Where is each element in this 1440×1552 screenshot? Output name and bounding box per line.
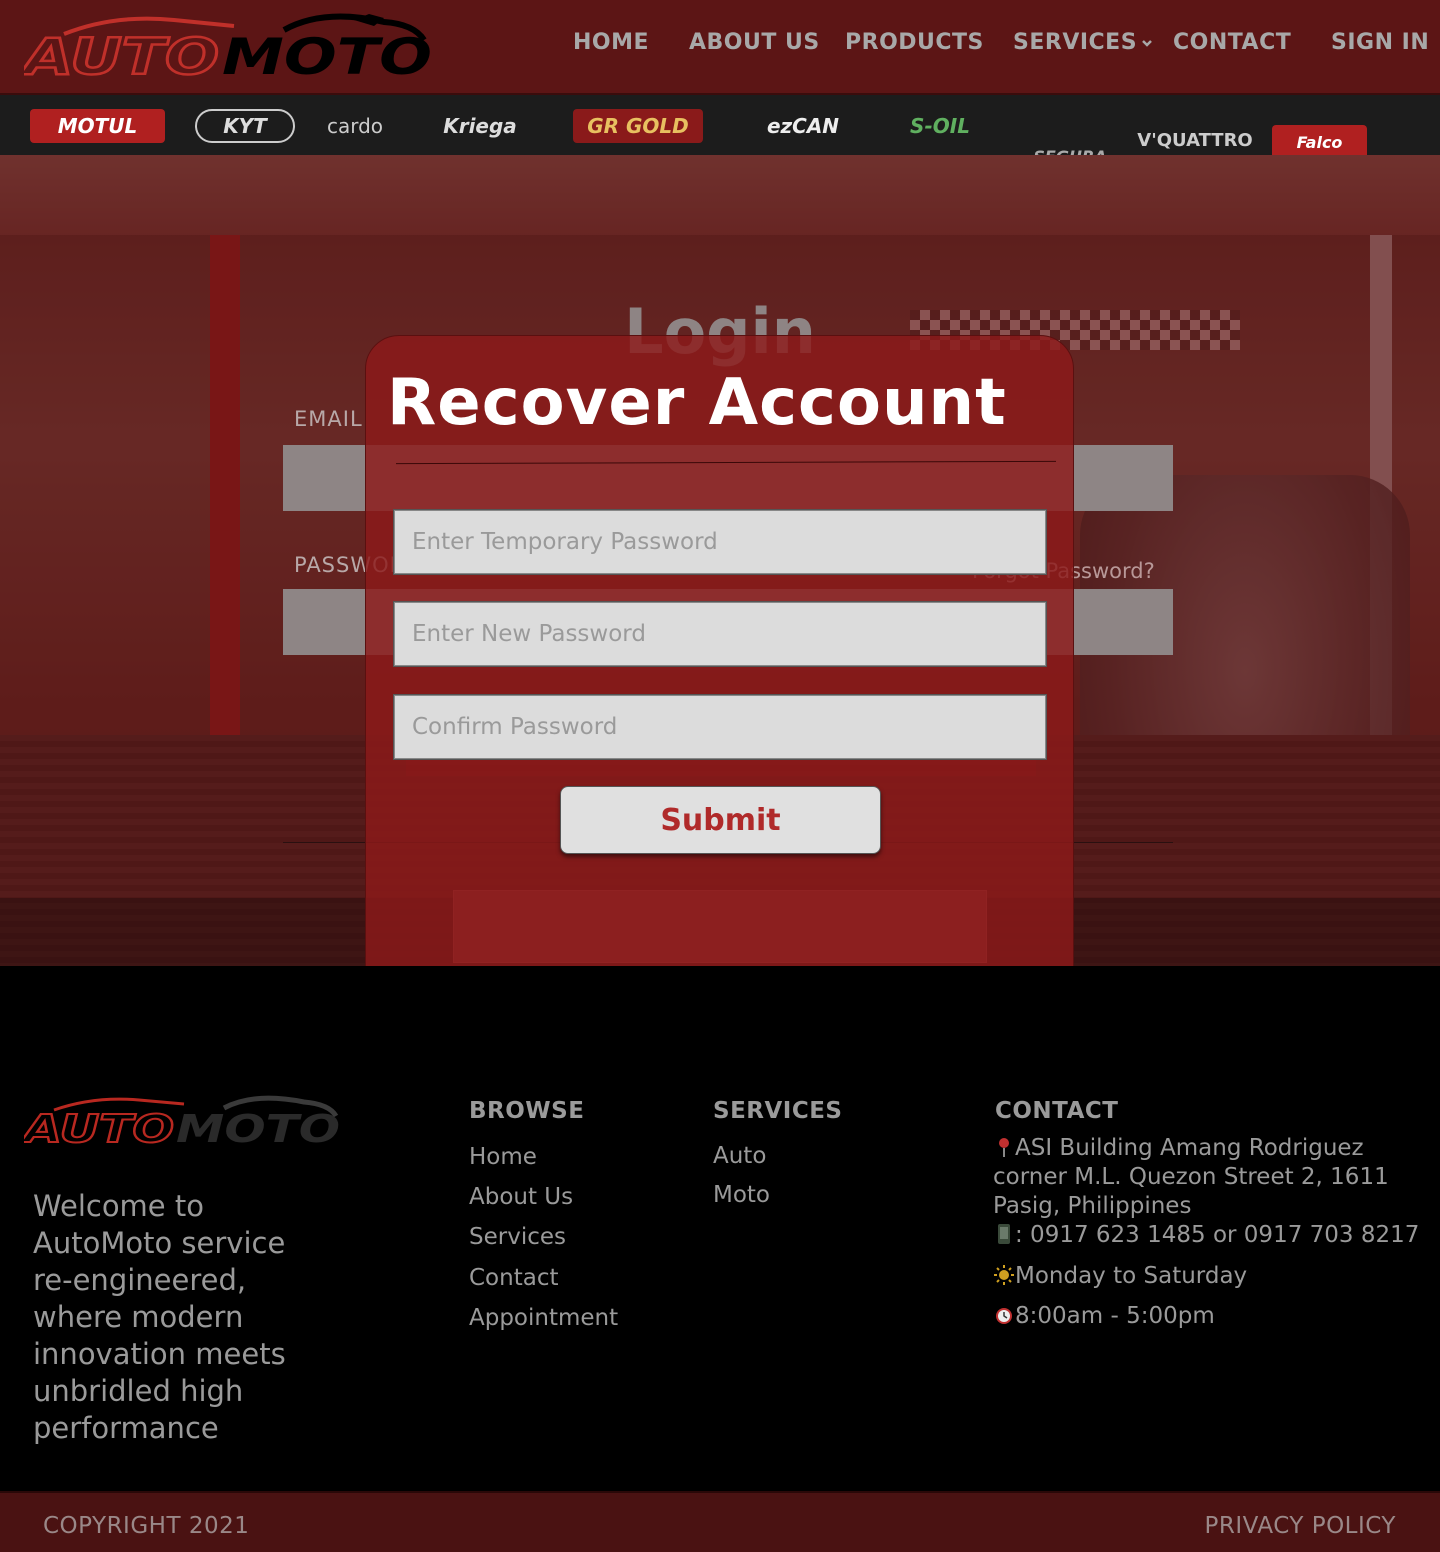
contact-phone-text: : 0917 623 1485 or 0917 703 8217 [1015,1222,1420,1248]
contact-days: Monday to Saturday [993,1263,1247,1289]
sponsor-logo: MOTUL [30,109,165,143]
sun-icon [994,1265,1014,1285]
contact-heading: CONTACT [995,1098,1119,1124]
footer-link-appointment[interactable]: Appointment [469,1305,618,1331]
contact-address-text: ASI Building Amang Rodriguez corner M.L.… [993,1135,1389,1219]
contact-address: ASI Building Amang Rodriguez corner M.L.… [993,1134,1413,1221]
nav-services-label: SERVICES [1013,30,1138,55]
modal-title: Recover Account [387,366,1007,440]
sponsor-logo: Kriega [443,114,517,138]
contact-phone: : 0917 623 1485 or 0917 703 8217 [993,1222,1419,1248]
footer-tagline: Welcome to AutoMoto service re-engineere… [33,1189,286,1445]
svg-text:MOTO: MOTO [222,28,432,80]
nav-contact[interactable]: CONTACT [1173,30,1291,55]
recover-account-modal: Recover Account Submit [365,335,1074,1020]
footer-link-moto[interactable]: Moto [713,1182,770,1208]
nav-about-us[interactable]: ABOUT US [689,30,820,55]
submit-button[interactable]: Submit [560,786,881,854]
footer-link-home[interactable]: Home [469,1144,537,1170]
footer-link-services[interactable]: Services [469,1224,566,1250]
temporary-password-input[interactable] [393,509,1047,575]
sponsor-logo: V'QUATTRO [1137,129,1253,151]
sponsor-logo: GR GOLD [573,109,703,143]
navbar: AUTO MOTO HOME ABOUT US PRODUCTS SERVICE… [0,0,1440,95]
confirm-password-input[interactable] [393,694,1047,760]
footer: AUTO MOTO Welcome to AutoMoto service re… [0,966,1440,1491]
contact-days-text: Monday to Saturday [1015,1263,1248,1289]
nav-products[interactable]: PRODUCTS [845,30,984,55]
privacy-policy-link[interactable]: PRIVACY POLICY [1204,1513,1396,1539]
sponsor-logo: ezCAN [766,114,840,138]
sponsor-logo: KYT [195,109,295,143]
nav-home[interactable]: HOME [573,30,649,55]
svg-text:AUTO: AUTO [24,1107,174,1148]
svg-text:AUTO: AUTO [24,28,219,80]
sponsor-logo: S-OIL [910,114,970,138]
footer-link-auto[interactable]: Auto [713,1143,766,1169]
contact-hours: 8:00am - 5:00pm [993,1303,1215,1329]
nav-services[interactable]: SERVICES [1013,30,1153,55]
browse-heading: BROWSE [469,1098,585,1124]
automoto-logo[interactable]: AUTO MOTO [24,12,436,80]
bottom-bar: COPYRIGHT 2021 PRIVACY POLICY [0,1491,1440,1552]
contact-hours-text: 8:00am - 5:00pm [1015,1303,1215,1329]
copyright-text: COPYRIGHT 2021 [43,1513,250,1539]
mobile-phone-icon [998,1224,1010,1244]
modal-divider [396,460,1056,465]
footer-logo[interactable]: AUTO MOTO [24,1094,342,1148]
alarm-clock-icon [996,1308,1012,1324]
sponsor-logo: cardo [326,114,384,138]
footer-link-contact[interactable]: Contact [469,1265,558,1291]
new-password-input[interactable] [393,601,1047,667]
footer-link-about-us[interactable]: About Us [469,1184,573,1210]
nav-sign-in[interactable]: SIGN IN [1331,30,1429,55]
chevron-down-icon [1142,40,1152,47]
email-label: EMAIL [294,407,363,431]
sponsor-banner: MOTUL KYT cardo Kriega GR GOLD ezCAN S-O… [0,95,1440,166]
services-heading: SERVICES [713,1098,843,1124]
sponsor-logo: Falco [1272,125,1367,159]
map-pin-icon [999,1138,1009,1157]
svg-text:MOTO: MOTO [176,1107,340,1148]
